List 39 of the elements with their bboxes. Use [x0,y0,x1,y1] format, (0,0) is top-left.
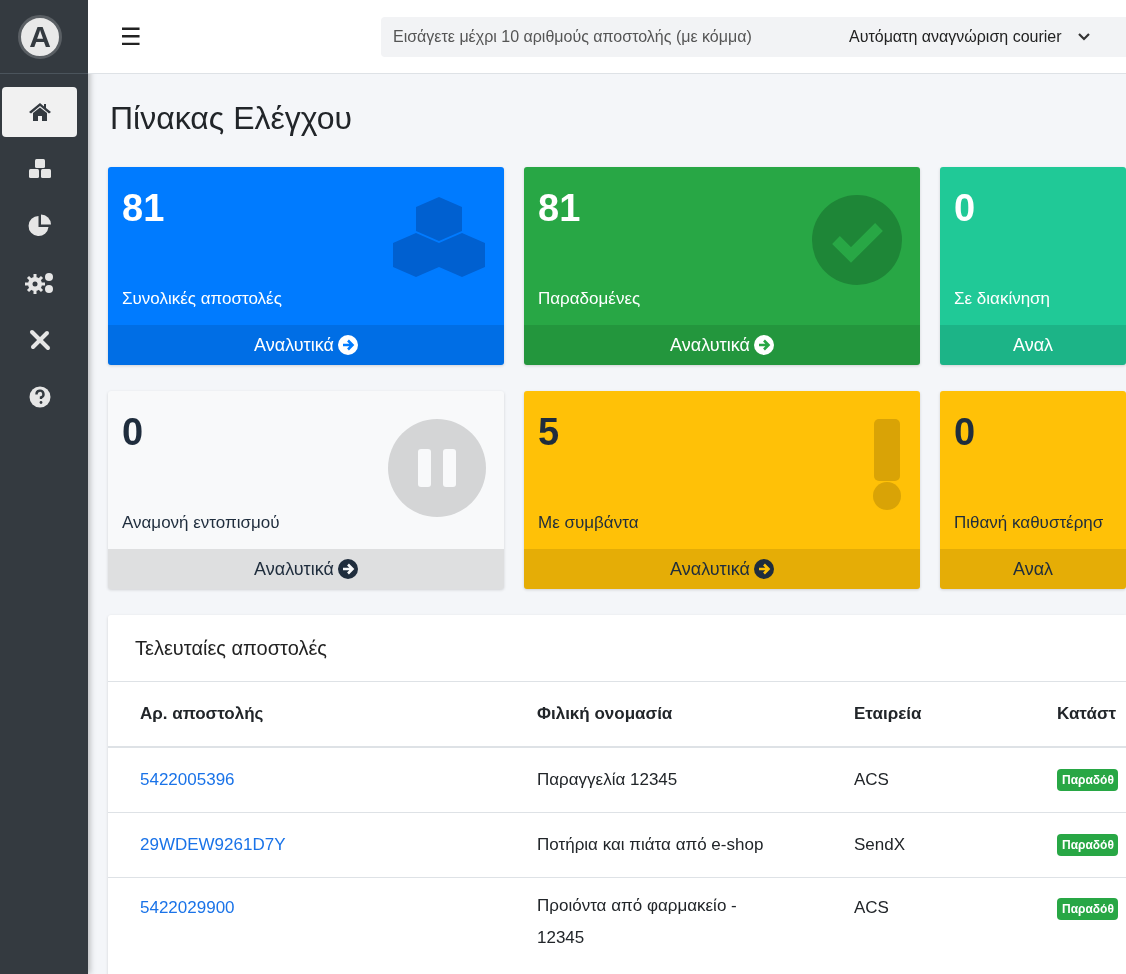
status-badge: Παραδόθ [1057,834,1118,856]
column-header: Εταιρεία [854,682,1057,747]
status-badge: Παραδόθ [1057,769,1118,791]
details-link[interactable]: Αναλυτικά [524,325,920,365]
stat-count: 81 [538,187,582,230]
menu-button[interactable]: ☰ [116,22,146,51]
table-cell: ACS [854,898,889,917]
table-cell-text: Προιόντα από φαρμακείο - 12345 [537,895,738,949]
status-badge: Παραδόθ [1057,898,1118,920]
stat-count: 81 [122,187,166,230]
stat-label: Πιθανή καθυστέρησ [954,513,1105,533]
stat-count: 0 [954,411,977,454]
table-cell-text: Παραγγελία 12345 [537,769,678,791]
tracking-link[interactable]: 5422029900 [140,898,235,917]
stat-label: Με συμβάντα [538,513,640,533]
stat-label: Αναμονή εντοπισμού [122,513,281,533]
stat-count: 0 [122,411,145,454]
panel-title: Τελευταίες αποστολές [135,636,327,660]
column-header: Φιλική ονομασία [537,682,854,747]
courier-select[interactable]: Αυτόματη αναγνώριση courier [833,16,1126,57]
column-header: Αρ. αποστολής [108,682,537,747]
logo[interactable]: A [18,14,62,59]
table-cell: SendX [854,835,906,854]
details-link[interactable]: Αναλυτικά [524,549,920,589]
stat-label: Σε διακίνηση [954,289,1052,309]
page-title: Πίνακας Ελέγχου [110,100,353,137]
stat-count: 5 [538,411,561,454]
stat-label: Παραδομένες [538,289,642,309]
tracking-link[interactable]: 5422005396 [140,770,235,789]
search-field[interactable]: Εισάγετε μέχρι 10 αριθμούς αποστολής (με κόμμα) [381,16,833,57]
details-link[interactable]: Αναλ [940,549,1126,589]
details-link[interactable]: Αναλυτικά [108,325,504,365]
column-header: Κατάστ [1057,682,1126,747]
tracking-link[interactable]: 29WDEW9261D7Y [140,835,286,854]
table-cell: ACS [854,770,889,789]
table-cell-text: Ποτήρια και πιάτα από e-shop [537,834,764,856]
details-link[interactable]: Αναλυτικά [108,549,504,589]
stat-count: 0 [954,187,977,230]
stat-label: Συνολικές αποστολές [122,289,283,309]
